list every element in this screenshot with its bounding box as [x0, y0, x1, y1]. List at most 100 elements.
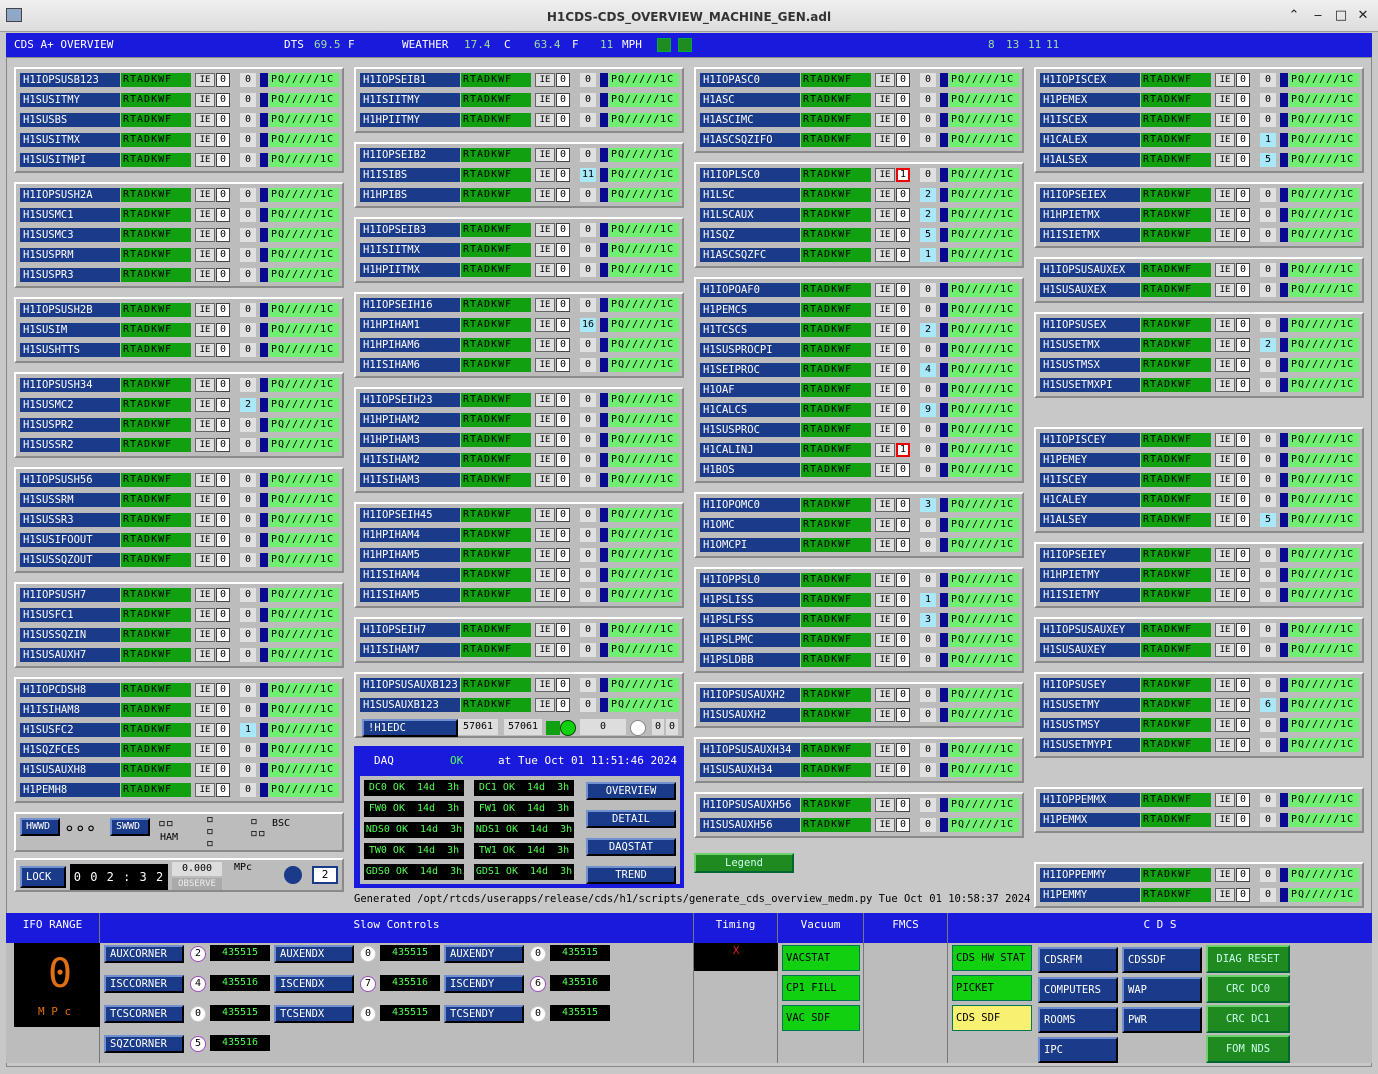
model-name-button[interactable]: H1IOPSEIB2	[360, 148, 460, 162]
model-name-button[interactable]: H1PSLDBB	[700, 653, 800, 667]
model-name-button[interactable]: H1SUSITMY	[20, 93, 120, 107]
model-name-button[interactable]: H1TCSCS	[700, 323, 800, 337]
maximize-icon[interactable]: □	[1333, 8, 1349, 23]
model-name-button[interactable]: H1BOS	[700, 463, 800, 477]
model-name-button[interactable]: H1ISIHAM5	[360, 588, 460, 602]
vacuum-0-button[interactable]: VACSTAT	[782, 945, 860, 971]
cds-action-button[interactable]: CRC DC1	[1206, 1005, 1290, 1033]
model-name-button[interactable]: H1OMC	[700, 518, 800, 532]
model-name-button[interactable]: H1IOPSUSH7	[20, 588, 120, 602]
cds-action-button[interactable]: DIAG RESET	[1206, 945, 1290, 973]
ipc-nav-button[interactable]: IPC	[1038, 1037, 1118, 1063]
model-name-button[interactable]: H1PEMCS	[700, 303, 800, 317]
auxcorner-button[interactable]: AUXCORNER	[104, 945, 184, 963]
model-name-button[interactable]: H1IOPSEIH16	[360, 298, 460, 312]
model-name-button[interactable]: H1SUSAUXH7	[20, 648, 120, 662]
model-name-button[interactable]: H1IOPSUSAUXEY	[1040, 623, 1140, 637]
model-name-button[interactable]: H1HPIHAM6	[360, 338, 460, 352]
model-name-button[interactable]: H1SUSPR2	[20, 418, 120, 432]
model-name-button[interactable]: H1SUSSR2	[20, 438, 120, 452]
minimize-icon[interactable]: ‒	[1310, 8, 1326, 23]
model-name-button[interactable]: H1PEMMX	[1040, 813, 1140, 827]
model-name-button[interactable]: H1CALEY	[1040, 493, 1140, 507]
model-name-button[interactable]: H1IOPSUSAUXH56	[700, 798, 800, 812]
model-name-button[interactable]: H1IOPSUSH56	[20, 473, 120, 487]
wap-nav-button[interactable]: WAP	[1122, 977, 1202, 1003]
model-name-button[interactable]: H1SUSTMSY	[1040, 718, 1140, 732]
chevron-up-icon[interactable]: ⌃	[1286, 8, 1302, 23]
model-name-button[interactable]: H1IOPSUSH2B	[20, 303, 120, 317]
cds-status-button[interactable]: CDS SDF	[952, 1005, 1032, 1031]
model-name-button[interactable]: H1IOPSUSAUXB123	[360, 678, 460, 692]
model-name-button[interactable]: H1IOPSEIB3	[360, 223, 460, 237]
model-name-button[interactable]: H1IOPSEIH23	[360, 393, 460, 407]
model-name-button[interactable]: H1OMCPI	[700, 538, 800, 552]
model-name-button[interactable]: H1SUSMC2	[20, 398, 120, 412]
model-name-button[interactable]: H1SQZFCES	[20, 743, 120, 757]
model-name-button[interactable]: H1PSLFSS	[700, 613, 800, 627]
model-name-button[interactable]: H1IOPSEIB1	[360, 73, 460, 87]
model-name-button[interactable]: H1IOPOAF0	[700, 283, 800, 297]
model-name-button[interactable]: H1IOPSUSAUXH34	[700, 743, 800, 757]
model-name-button[interactable]: H1SUSTMSX	[1040, 358, 1140, 372]
model-name-button[interactable]: H1SUSMC3	[20, 228, 120, 242]
model-name-button[interactable]: H1ASCSQZIFO	[700, 133, 800, 147]
model-name-button[interactable]: H1CALCS	[700, 403, 800, 417]
model-name-button[interactable]: H1SUSPROC	[700, 423, 800, 437]
vacuum-1-button[interactable]: CP1 FILL	[782, 975, 860, 1001]
model-name-button[interactable]: H1IOPCDSH8	[20, 683, 120, 697]
model-name-button[interactable]: H1SUSSRM	[20, 493, 120, 507]
model-name-button[interactable]: H1ASC	[700, 93, 800, 107]
sqzcorner-button[interactable]: SQZCORNER	[104, 1035, 184, 1053]
model-name-button[interactable]: H1ISIETMX	[1040, 228, 1140, 242]
model-name-button[interactable]: H1IOPSUSAUXH2	[700, 688, 800, 702]
model-name-button[interactable]: H1SUSETMY	[1040, 698, 1140, 712]
model-name-button[interactable]: H1ASCSQZFC	[700, 248, 800, 262]
model-name-button[interactable]: H1SUSBS	[20, 113, 120, 127]
model-name-button[interactable]: H1ISCEY	[1040, 473, 1140, 487]
model-name-button[interactable]: H1IOPSEIEY	[1040, 548, 1140, 562]
legend-button[interactable]: Legend	[694, 853, 794, 873]
tcsendy-button[interactable]: TCSENDY	[444, 1005, 524, 1023]
model-name-button[interactable]: H1SUSAUXH56	[700, 818, 800, 832]
model-name-button[interactable]: H1ISIHAM4	[360, 568, 460, 582]
computers-nav-button[interactable]: COMPUTERS	[1038, 977, 1118, 1003]
model-name-button[interactable]: H1ISIBS	[360, 168, 460, 182]
model-name-button[interactable]: H1IOPSUSH2A	[20, 188, 120, 202]
model-name-button[interactable]: H1PEMH8	[20, 783, 120, 797]
model-name-button[interactable]: H1ISIHAM7	[360, 643, 460, 657]
model-name-button[interactable]: H1PEMMY	[1040, 888, 1140, 902]
model-name-button[interactable]: H1SUSSQZIN	[20, 628, 120, 642]
model-name-button[interactable]: H1HPIETMX	[1040, 208, 1140, 222]
model-name-button[interactable]: H1IOPPSL0	[700, 573, 800, 587]
model-name-button[interactable]: H1PSLPMC	[700, 633, 800, 647]
model-name-button[interactable]: H1IOPOMC0	[700, 498, 800, 512]
model-name-button[interactable]: H1PEMEY	[1040, 453, 1140, 467]
model-name-button[interactable]: H1PSLISS	[700, 593, 800, 607]
model-name-button[interactable]: H1CALEX	[1040, 133, 1140, 147]
model-name-button[interactable]: H1IOPSEIH45	[360, 508, 460, 522]
model-name-button[interactable]: H1ISCEX	[1040, 113, 1140, 127]
model-name-button[interactable]: H1HPIETMY	[1040, 568, 1140, 582]
model-name-button[interactable]: H1SQZ	[700, 228, 800, 242]
model-name-button[interactable]: H1SUSPROCPI	[700, 343, 800, 357]
model-name-button[interactable]: H1SUSETMXPI	[1040, 378, 1140, 392]
pwr-nav-button[interactable]: PWR	[1122, 1007, 1202, 1033]
model-name-button[interactable]: H1LSCAUX	[700, 208, 800, 222]
model-name-button[interactable]: H1CALINJ	[700, 443, 800, 457]
model-name-button[interactable]: H1HPIHAM5	[360, 548, 460, 562]
model-name-button[interactable]: H1SUSETMYPI	[1040, 738, 1140, 752]
model-name-button[interactable]: H1ALSEX	[1040, 153, 1140, 167]
iscendx-button[interactable]: ISCENDX	[274, 975, 354, 993]
model-name-button[interactable]: H1IOPSUSEY	[1040, 678, 1140, 692]
model-name-button[interactable]: H1IOPPEMMX	[1040, 793, 1140, 807]
model-name-button[interactable]: H1IOPPEMMY	[1040, 868, 1140, 882]
model-name-button[interactable]: H1ALSEY	[1040, 513, 1140, 527]
model-name-button[interactable]: H1SUSAUXH2	[700, 708, 800, 722]
model-name-button[interactable]: H1IOPLSC0	[700, 168, 800, 182]
model-name-button[interactable]: H1HPIITMY	[360, 113, 460, 127]
daq-overview-button[interactable]: OVERVIEW	[586, 782, 676, 800]
h1edc-button[interactable]: !H1EDC	[362, 719, 458, 737]
model-name-button[interactable]: H1ISIITMX	[360, 243, 460, 257]
model-name-button[interactable]: H1ISIHAM6	[360, 358, 460, 372]
